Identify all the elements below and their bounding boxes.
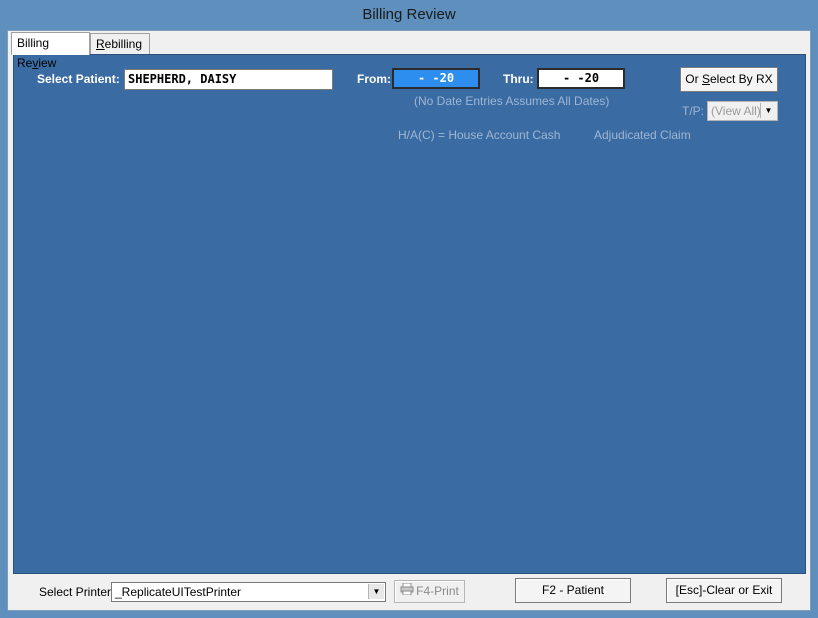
- thru-label: Thru:: [503, 72, 534, 86]
- select-patient-label: Select Patient:: [37, 72, 120, 86]
- adjudicated-legend: Adjudicated Claim: [594, 128, 691, 142]
- select-by-rx-button[interactable]: Or Select By RX: [680, 67, 778, 92]
- select-printer-label: Select Printer:: [39, 585, 115, 599]
- print-button[interactable]: F4-Print: [394, 580, 465, 603]
- tp-label: T/P:: [682, 104, 705, 118]
- printer-select[interactable]: _ReplicateUITestPrinter ▼: [111, 582, 386, 602]
- house-account-legend: H/A(C) = House Account Cash: [398, 128, 561, 142]
- tp-select[interactable]: (View All) ▼: [707, 101, 778, 121]
- clear-exit-button[interactable]: [Esc]-Clear or Exit: [666, 578, 782, 603]
- from-date-input[interactable]: - -20: [392, 68, 480, 89]
- chevron-down-icon: ▼: [368, 584, 384, 599]
- chevron-down-icon: ▼: [760, 103, 776, 118]
- patient-input[interactable]: SHEPHERD, DAISY: [124, 69, 333, 90]
- patient-button[interactable]: F2 - Patient: [515, 578, 631, 603]
- printer-icon: [400, 581, 414, 602]
- tab-billing-review[interactable]: Billing Review: [11, 32, 90, 70]
- tab-rebilling[interactable]: Rebilling: [90, 33, 150, 54]
- thru-date-input[interactable]: - -20: [537, 68, 625, 89]
- window-title: Billing Review: [0, 0, 818, 30]
- from-label: From:: [357, 72, 391, 86]
- date-hint: (No Date Entries Assumes All Dates): [414, 94, 610, 108]
